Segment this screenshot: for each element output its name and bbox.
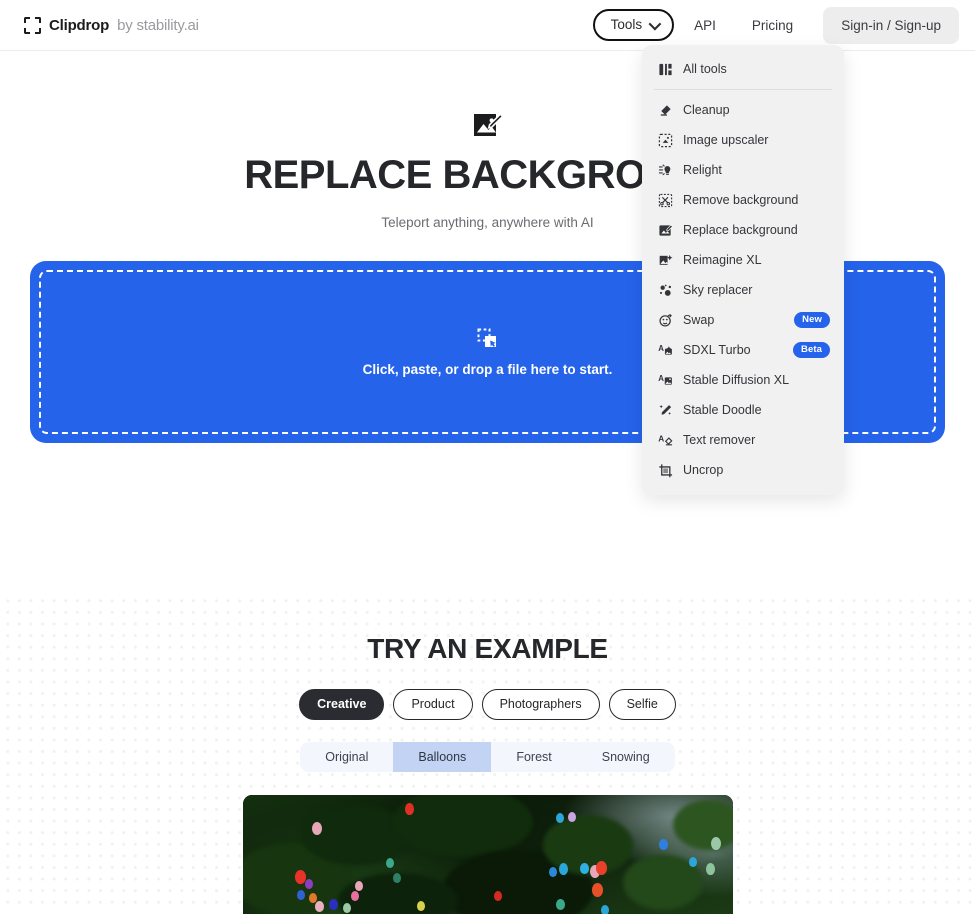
image-sparkle-icon (657, 252, 673, 268)
dropdown-separator (654, 89, 832, 90)
dropdown-item-uncrop[interactable]: Uncrop (642, 455, 844, 485)
face-swap-icon (657, 312, 673, 328)
variant-tab-forest[interactable]: Forest (491, 742, 576, 773)
svg-text:A: A (658, 434, 664, 443)
dropdown-item-label: All tools (683, 62, 727, 76)
dropdown-item-label: Stable Diffusion XL (683, 373, 790, 387)
svg-text:A: A (658, 344, 664, 353)
upscale-icon (657, 132, 673, 148)
image-edit-icon (473, 111, 504, 141)
dropdown-item-remove-background[interactable]: Remove background (642, 185, 844, 215)
drag-drop-cursor-icon (477, 328, 499, 350)
image-replace-icon (657, 222, 673, 238)
nav-link-api[interactable]: API (678, 10, 732, 41)
dropdown-item-all-tools[interactable]: All tools (642, 54, 844, 84)
dropdown-item-sdxl-turbo[interactable]: A SDXL Turbo Beta (642, 335, 844, 365)
brand-byline: by stability.ai (117, 16, 199, 34)
tools-dropdown-menu: All tools Cleanup Image upscaler Relight (642, 45, 844, 495)
dropdown-item-label: Text remover (683, 433, 756, 447)
dropdown-item-stable-diffusion-xl[interactable]: A Stable Diffusion XL (642, 365, 844, 395)
variant-segmented-control: Original Balloons Forest Snowing (300, 741, 675, 773)
status-badge-beta: Beta (793, 342, 830, 358)
example-preview-image[interactable] (242, 795, 733, 914)
dropdown-item-label: Uncrop (683, 463, 724, 477)
dropdown-item-label: Swap (683, 313, 715, 327)
dropdown-item-label: Image upscaler (683, 133, 769, 147)
all-tools-icon (657, 61, 673, 77)
dropdown-item-label: Replace background (683, 223, 798, 237)
category-pill-creative[interactable]: Creative (299, 689, 385, 720)
category-pill-photographers[interactable]: Photographers (481, 689, 600, 720)
dropdown-item-label: Cleanup (683, 103, 730, 117)
dropdown-item-label: Relight (683, 163, 722, 177)
brand-name: Clipdrop (49, 16, 110, 34)
dropdown-item-label: Sky replacer (683, 283, 753, 297)
dropdown-item-label: Stable Doodle (683, 403, 762, 417)
dropdown-item-label: Reimagine XL (683, 253, 762, 267)
text-to-image-turbo-icon: A (657, 342, 673, 358)
brand-logo[interactable]: Clipdrop by stability.ai (24, 16, 199, 34)
text-eraser-icon: A (657, 432, 673, 448)
scissors-cutout-icon (657, 192, 673, 208)
dropzone-label: Click, paste, or drop a file here to sta… (362, 361, 613, 377)
tools-button-label: Tools (610, 17, 643, 33)
dropdown-item-reimagine-xl[interactable]: Reimagine XL (642, 245, 844, 275)
dropdown-item-swap[interactable]: Swap New (642, 305, 844, 335)
eraser-icon (657, 102, 673, 118)
dropdown-item-stable-doodle[interactable]: Stable Doodle (642, 395, 844, 425)
tools-menu-button[interactable]: Tools (592, 9, 675, 41)
dropdown-item-cleanup[interactable]: Cleanup (642, 95, 844, 125)
dropdown-item-image-upscaler[interactable]: Image upscaler (642, 125, 844, 155)
variant-tab-original[interactable]: Original (300, 742, 393, 773)
sign-in-sign-up-button[interactable]: Sign-in / Sign-up (823, 6, 959, 44)
category-pill-selfie[interactable]: Selfie (608, 689, 676, 720)
magic-pencil-icon (657, 402, 673, 418)
svg-text:A: A (658, 374, 664, 383)
section-title: TRY AN EXAMPLE (367, 633, 608, 664)
category-pill-product[interactable]: Product (393, 689, 473, 720)
try-an-example-section: TRY AN EXAMPLE Creative Product Photogra… (0, 591, 975, 914)
status-badge-new: New (794, 312, 830, 328)
header-nav: Tools API Pricing Sign-in / Sign-up (592, 6, 959, 44)
category-pill-row: Creative Product Photographers Selfie (0, 689, 975, 720)
top-header: Clipdrop by stability.ai Tools API Prici… (0, 0, 975, 495)
clouds-icon (657, 282, 673, 298)
variant-tab-balloons[interactable]: Balloons (393, 741, 492, 772)
variant-tab-snowing[interactable]: Snowing (577, 742, 675, 773)
dropdown-item-sky-replacer[interactable]: Sky replacer (642, 275, 844, 305)
clipdrop-brackets-icon (24, 16, 41, 34)
dropdown-item-label: Remove background (683, 193, 799, 207)
dropdown-item-label: SDXL Turbo (683, 343, 751, 357)
dropdown-item-text-remover[interactable]: A Text remover (642, 425, 844, 455)
dropdown-item-relight[interactable]: Relight (642, 155, 844, 185)
nav-link-pricing[interactable]: Pricing (736, 10, 809, 41)
text-to-image-icon: A (657, 372, 673, 388)
dropdown-item-replace-background[interactable]: Replace background (642, 215, 844, 245)
uncrop-icon (657, 462, 673, 478)
chevron-down-icon (648, 17, 662, 30)
lightbulb-icon (657, 162, 673, 178)
